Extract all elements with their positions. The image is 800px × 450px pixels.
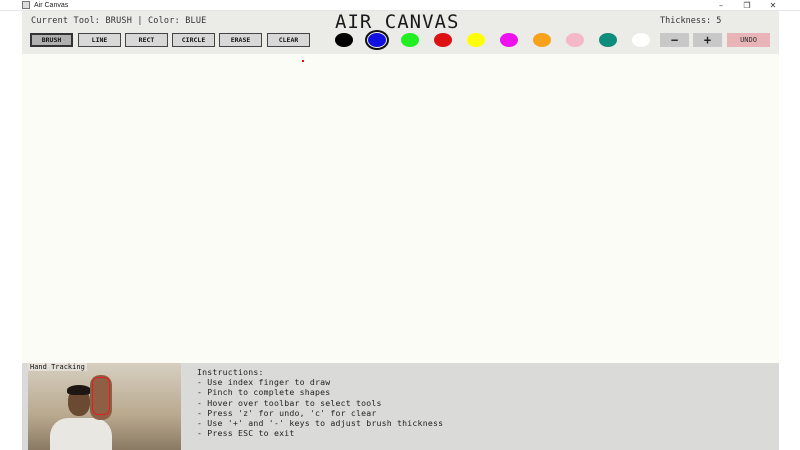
- tool-circle-button[interactable]: CIRCLE: [172, 33, 215, 47]
- app-title: AIR CANVAS: [335, 11, 460, 33]
- hand-tracking-view: Hand Tracking: [28, 363, 181, 450]
- color-swatch-white[interactable]: [632, 33, 650, 47]
- status-text: Current Tool: BRUSH | Color: BLUE: [31, 16, 207, 26]
- hand-tracking-overlay: [92, 377, 110, 415]
- instruction-line: - Pinch to complete shapes: [197, 387, 331, 398]
- instructions: Instructions: - Use index finger to draw…: [197, 367, 443, 438]
- tool-brush-button[interactable]: BRUSH: [30, 33, 73, 47]
- color-swatch-pink[interactable]: [566, 33, 584, 47]
- color-swatch-yellow[interactable]: [467, 33, 485, 47]
- instruction-line: - Press 'z' for undo, 'c' for clear: [197, 407, 377, 418]
- instruction-line: - Hover over toolbar to select tools: [197, 397, 382, 408]
- app-canvas-area[interactable]: Current Tool: BRUSH | Color: BLUE AIR CA…: [22, 11, 779, 450]
- minimize-button[interactable]: –: [708, 0, 734, 11]
- window-titlebar: Air Canvas – ❐ ✕: [0, 0, 800, 11]
- window-controls: – ❐ ✕: [708, 0, 786, 11]
- color-swatch-black[interactable]: [335, 33, 353, 47]
- person-hair: [67, 385, 91, 395]
- tool-erase-button[interactable]: ERASE: [219, 33, 262, 47]
- color-swatch-teal[interactable]: [599, 33, 617, 47]
- right-margin: [779, 11, 800, 450]
- increase-thickness-button[interactable]: +: [693, 33, 722, 47]
- toolbar: Current Tool: BRUSH | Color: BLUE AIR CA…: [22, 11, 779, 54]
- window-title: Air Canvas: [34, 1, 69, 9]
- close-button[interactable]: ✕: [760, 0, 786, 11]
- tool-clear-button[interactable]: CLEAR: [267, 33, 310, 47]
- left-margin: [0, 11, 22, 450]
- undo-button[interactable]: UNDO: [727, 33, 770, 47]
- tool-line-button[interactable]: LINE: [78, 33, 121, 47]
- decrease-thickness-button[interactable]: −: [660, 33, 689, 47]
- color-swatch-red[interactable]: [434, 33, 452, 47]
- instructions-title: Instructions:: [197, 367, 264, 377]
- instruction-line: - Press ESC to exit: [197, 428, 295, 439]
- cursor-dot: [302, 60, 304, 62]
- person-body: [50, 418, 112, 450]
- color-swatch-magenta[interactable]: [500, 33, 518, 47]
- hand-tracking-label: Hand Tracking: [28, 363, 87, 371]
- instruction-line: - Use '+' and '-' keys to adjust brush t…: [197, 418, 444, 429]
- color-swatch-blue[interactable]: [365, 30, 389, 50]
- tool-rect-button[interactable]: RECT: [125, 33, 168, 47]
- color-swatch-green[interactable]: [401, 33, 419, 47]
- app-icon: [22, 1, 30, 9]
- maximize-button[interactable]: ❐: [734, 0, 760, 11]
- instruction-line: - Use index finger to draw: [197, 377, 331, 388]
- color-swatch-orange[interactable]: [533, 33, 551, 47]
- thickness-label: Thickness: 5: [660, 16, 722, 26]
